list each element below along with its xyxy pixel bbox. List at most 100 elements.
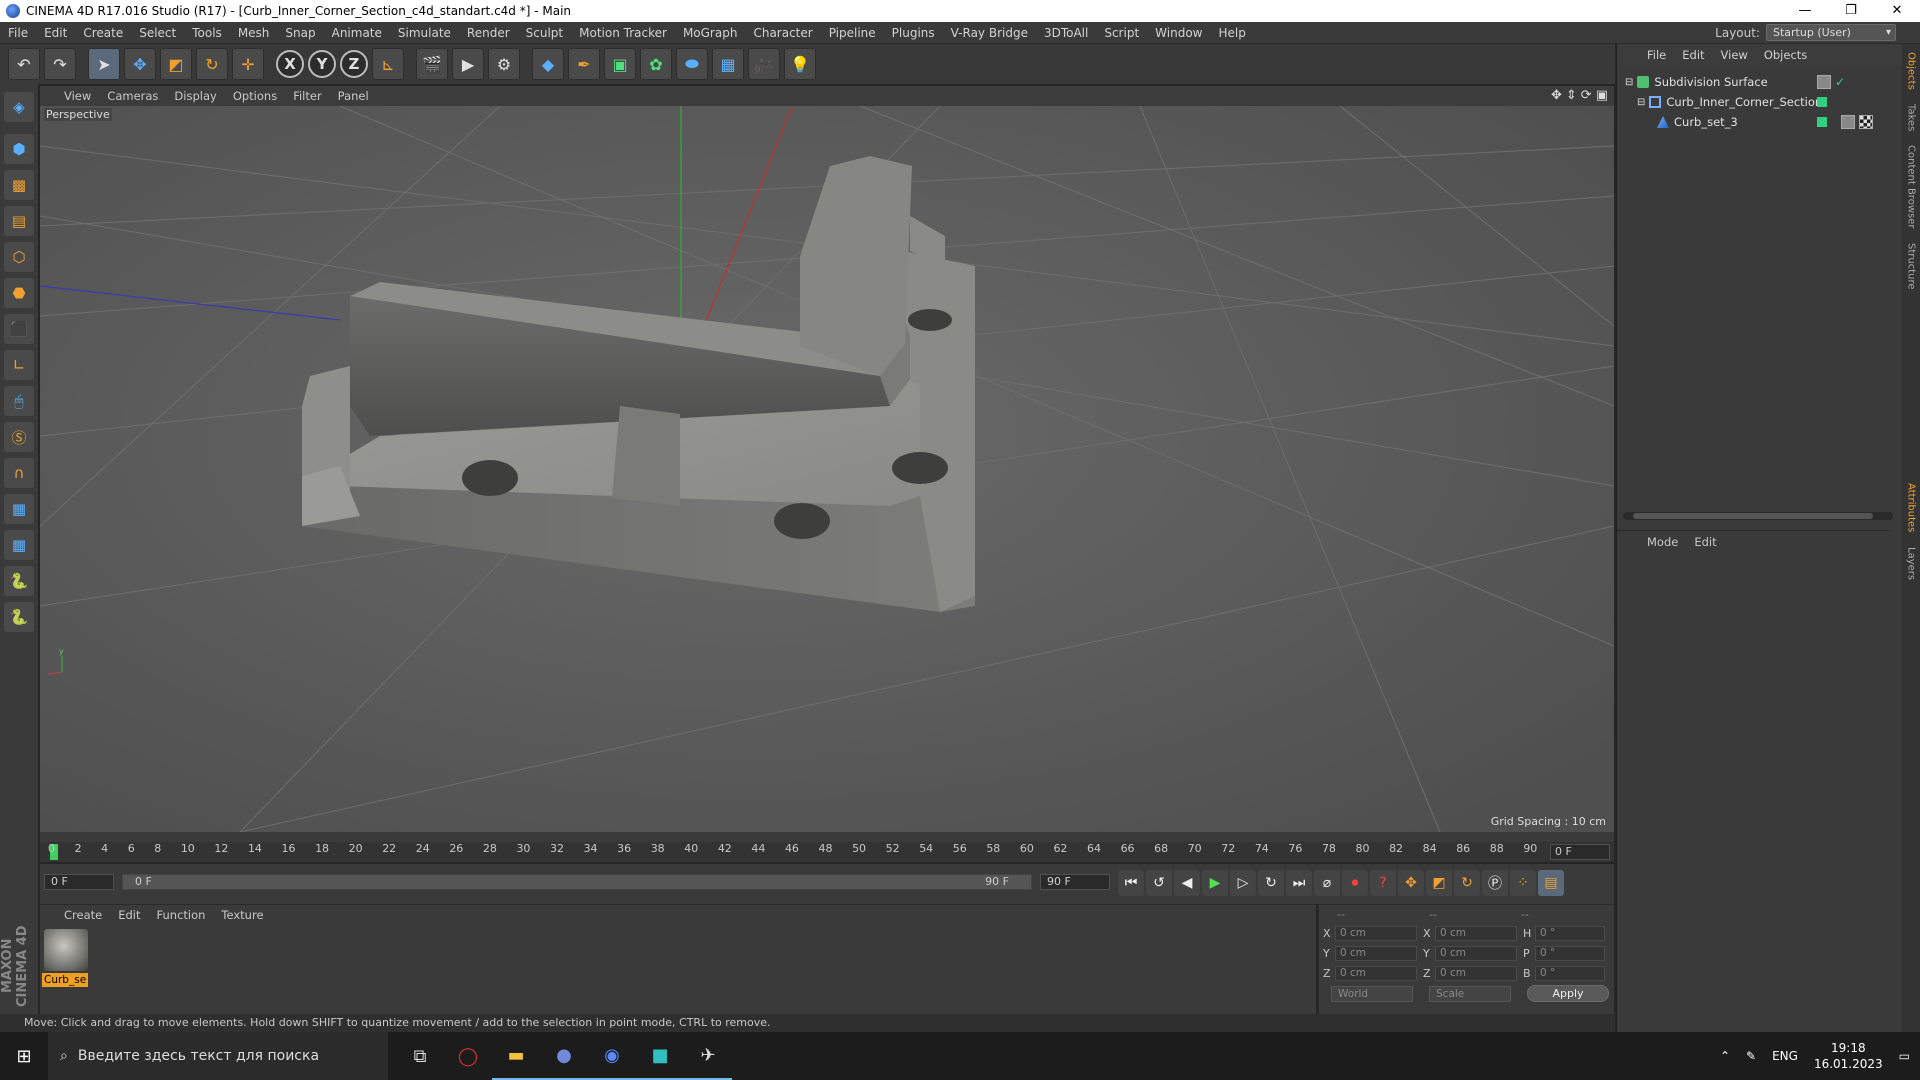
position-z-field[interactable]: 0 cm [1335, 965, 1417, 981]
menu-pipeline[interactable]: Pipeline [821, 22, 884, 44]
key-scale-button[interactable]: ◩ [1426, 870, 1452, 896]
attr-menu-mode[interactable]: Mode [1639, 535, 1686, 549]
position-x-field[interactable]: 0 cm [1335, 925, 1417, 941]
auto-key-button[interactable]: ? [1370, 870, 1396, 896]
frame-range-slider[interactable]: 0 F 90 F [122, 874, 1032, 890]
go-to-start-button[interactable]: ⏮ [1118, 870, 1144, 896]
tree-row-curb-set-3[interactable]: Curb_set_3 [1617, 112, 1889, 132]
apply-button[interactable]: Apply [1527, 985, 1609, 1002]
menu-3dtoall[interactable]: 3DToAll [1036, 22, 1096, 44]
timeline-end-field[interactable]: 0 F [1550, 844, 1610, 860]
light-button[interactable]: 💡 [784, 48, 816, 80]
polygons-mode-button[interactable]: ⬛ [4, 314, 34, 344]
go-to-end-button[interactable]: ⏭ [1286, 870, 1312, 896]
tree-row-subdivision-surface[interactable]: ⊟ Subdivision Surface ✓ [1617, 72, 1889, 92]
z-axis-lock-button[interactable]: Z [340, 50, 368, 78]
maximize-button[interactable]: ❐ [1828, 0, 1874, 22]
menu-motion-tracker[interactable]: Motion Tracker [571, 22, 675, 44]
play-button[interactable]: ▶ [1202, 870, 1228, 896]
soft-selection-button[interactable]: ∩ [4, 458, 34, 488]
app-taskbar-button[interactable]: ✈ [684, 1032, 732, 1080]
maximize-view-icon[interactable]: ▣ [1596, 88, 1608, 103]
pen-tray-icon[interactable]: ✎ [1746, 1049, 1756, 1063]
size-x-field[interactable]: 0 cm [1435, 925, 1517, 941]
scale-tool-button[interactable]: ◩ [160, 48, 192, 80]
viewport-menu-filter[interactable]: Filter [285, 89, 329, 103]
viewport-menu-display[interactable]: Display [166, 89, 224, 103]
object-manager-scrollbar[interactable] [1623, 512, 1893, 520]
render-view-button[interactable]: 🎬 [416, 48, 448, 80]
coordinate-system-button[interactable]: ⊾ [372, 48, 404, 80]
timeline-ruler[interactable]: 0 2 4 6 8 10 12 14 16 18 20 22 24 26 28 30 32 34 36 38 40 42 4… [40, 842, 1614, 862]
points-mode-button[interactable]: ⬡ [4, 242, 34, 272]
edges-mode-button[interactable]: ⬣ [4, 278, 34, 308]
material-menu-create[interactable]: Create [56, 908, 110, 922]
rotation-p-field[interactable]: 0 ° [1535, 945, 1605, 961]
tab-attributes[interactable]: Attributes [1906, 483, 1917, 532]
select-tool-button[interactable]: ➤ [88, 48, 120, 80]
rotation-b-field[interactable]: 0 ° [1535, 965, 1605, 981]
taskbar-search[interactable]: ⌕ Введите здесь текст для поиска [48, 1032, 388, 1080]
clock[interactable]: 19:18 16.01.2023 [1814, 1040, 1883, 1072]
menu-character[interactable]: Character [745, 22, 820, 44]
tab-takes[interactable]: Takes [1906, 104, 1917, 131]
python-script-button[interactable]: 🐍 [4, 602, 34, 632]
menu-sculpt[interactable]: Sculpt [518, 22, 571, 44]
size-z-field[interactable]: 0 cm [1435, 965, 1517, 981]
visibility-dot-icon[interactable] [1817, 97, 1827, 107]
max-frame-field[interactable]: 90 F [1040, 874, 1110, 890]
tree-row-curb-inner-corner-section[interactable]: ⊟ Curb_Inner_Corner_Section [1617, 92, 1889, 112]
close-button[interactable]: ✕ [1874, 0, 1920, 22]
y-axis-lock-button[interactable]: Y [308, 50, 336, 78]
zoom-icon[interactable]: ⇕ [1566, 88, 1577, 103]
timeline-layout-button[interactable]: ▤ [1538, 870, 1564, 896]
material-swatch[interactable] [44, 929, 88, 971]
locked-workplane-button[interactable]: ▦ [4, 494, 34, 524]
menu-simulate[interactable]: Simulate [390, 22, 459, 44]
menu-snap[interactable]: Snap [277, 22, 323, 44]
task-view-button[interactable]: ⧉ [396, 1032, 444, 1080]
transform-tool-button[interactable]: ✛ [232, 48, 264, 80]
viewport-menu-cameras[interactable]: Cameras [99, 89, 166, 103]
collapse-toggle-icon[interactable]: ⊟ [1637, 97, 1645, 108]
workplane-mode-button[interactable]: ▤ [4, 206, 34, 236]
om-menu-edit[interactable]: Edit [1674, 48, 1712, 62]
notifications-icon[interactable]: ▭ [1899, 1049, 1910, 1063]
viewport-menu-view[interactable]: View [56, 89, 99, 103]
current-frame-field[interactable]: 0 F [44, 874, 114, 890]
texture-mode-button[interactable]: ▩ [4, 170, 34, 200]
om-menu-file[interactable]: File [1639, 48, 1674, 62]
key-position-button[interactable]: ✥ [1398, 870, 1424, 896]
opera-taskbar-button[interactable]: ◯ [444, 1032, 492, 1080]
make-editable-button[interactable]: ◈ [4, 92, 34, 122]
size-y-field[interactable]: 0 cm [1435, 945, 1517, 961]
material-menu-edit[interactable]: Edit [110, 908, 148, 922]
rotate-tool-button[interactable]: ↻ [196, 48, 228, 80]
prev-frame-button[interactable]: ◀ [1174, 870, 1200, 896]
menu-vray-bridge[interactable]: V-Ray Bridge [943, 22, 1036, 44]
om-menu-view[interactable]: View [1713, 48, 1756, 62]
prev-key-button[interactable]: ↺ [1146, 870, 1172, 896]
start-button[interactable]: ⊞ [0, 1032, 48, 1080]
menu-script[interactable]: Script [1096, 22, 1147, 44]
menu-file[interactable]: File [0, 22, 36, 44]
explorer-taskbar-button[interactable]: ▬ [492, 1032, 540, 1080]
record-button[interactable]: ⏺ [1342, 870, 1368, 896]
floor-button[interactable]: ▦ [712, 48, 744, 80]
discord-taskbar-button[interactable]: ● [540, 1032, 588, 1080]
menu-edit[interactable]: Edit [36, 22, 75, 44]
next-frame-button[interactable]: ▷ [1230, 870, 1256, 896]
tab-structure[interactable]: Structure [1906, 243, 1917, 290]
x-axis-lock-button[interactable]: X [276, 50, 304, 78]
tab-layers[interactable]: Layers [1906, 547, 1917, 580]
menu-window[interactable]: Window [1147, 22, 1210, 44]
planar-workplane-button[interactable]: ▦ [4, 530, 34, 560]
pan-icon[interactable]: ✥ [1551, 88, 1562, 103]
material-menu-function[interactable]: Function [149, 908, 214, 922]
position-y-field[interactable]: 0 cm [1335, 945, 1417, 961]
menu-mograph[interactable]: MoGraph [675, 22, 746, 44]
menu-mesh[interactable]: Mesh [230, 22, 278, 44]
axis-mode-button[interactable]: ∟ [4, 350, 34, 380]
visibility-dot-icon[interactable] [1817, 117, 1827, 127]
snap-button[interactable]: Ⓢ [4, 422, 34, 452]
